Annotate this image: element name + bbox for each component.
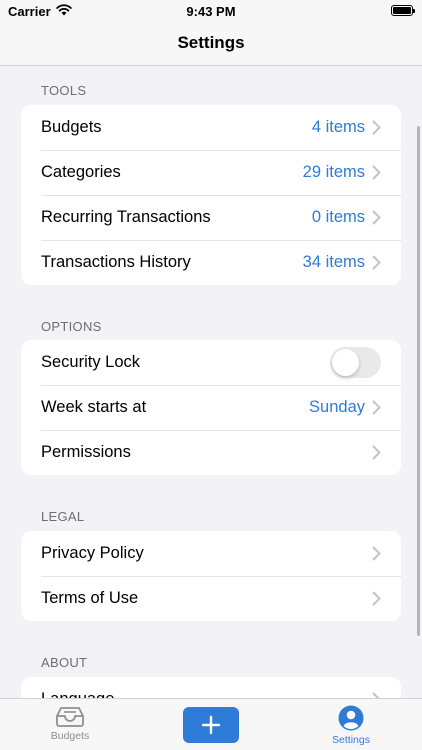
chevron-right-icon [372,445,381,460]
options-group: Security Lock Week starts at Sunday Perm… [21,340,401,475]
tab-settings[interactable]: Settings [306,705,396,746]
tab-budgets[interactable]: Budgets [25,705,115,742]
section-header-legal: LEGAL [41,509,85,524]
row-language[interactable]: Language [21,677,401,698]
tools-group: Budgets 4 items Categories 29 items Recu… [21,105,401,285]
row-label: Security Lock [41,353,141,371]
legal-group: Privacy Policy Terms of Use [21,531,401,621]
row-label: Permissions [41,443,131,461]
chevron-right-icon [372,255,381,270]
row-transactions-history[interactable]: Transactions History 34 items [21,240,401,285]
row-categories[interactable]: Categories 29 items [21,150,401,195]
row-security-lock: Security Lock [21,340,401,385]
tab-label: Budgets [50,730,90,742]
section-header-about: ABOUT [41,655,88,670]
about-group: Language [21,677,401,698]
tray-icon [25,705,115,727]
row-budgets[interactable]: Budgets 4 items [21,105,401,150]
row-value: 0 items [311,208,365,226]
row-label: Week starts at [41,398,147,416]
chevron-right-icon [372,546,381,561]
row-privacy-policy[interactable]: Privacy Policy [21,531,401,576]
row-permissions[interactable]: Permissions [21,430,401,475]
tab-bar: Budgets Settings [0,698,422,750]
row-label: Budgets [41,118,102,136]
chevron-right-icon [372,165,381,180]
row-value: 4 items [311,118,365,136]
row-label: Categories [41,163,121,181]
toggle-knob [332,349,359,376]
person-circle-icon [306,705,396,731]
row-value: Sunday [309,398,365,416]
chevron-right-icon [372,400,381,415]
chevron-right-icon [372,591,381,606]
page-title: Settings [177,33,245,52]
scroll-indicator[interactable] [417,126,420,636]
battery-icon [391,5,415,16]
row-label: Language [41,690,114,698]
row-terms-of-use[interactable]: Terms of Use [21,576,401,621]
clock: 9:43 PM [186,4,236,19]
row-value: 29 items [302,163,365,181]
security-lock-toggle[interactable] [330,347,381,378]
tab-label: Settings [332,734,370,746]
row-recurring-transactions[interactable]: Recurring Transactions 0 items [21,195,401,240]
row-label: Privacy Policy [41,544,144,562]
plus-icon [201,715,221,735]
chevron-right-icon [372,120,381,135]
settings-list[interactable]: TOOLS Budgets 4 items Categories 29 item… [0,66,422,698]
add-transaction-button[interactable] [183,707,239,743]
status-bar: Carrier 9:43 PM [0,0,422,22]
row-week-starts-at[interactable]: Week starts at Sunday [21,385,401,430]
section-header-options: OPTIONS [41,319,102,334]
navigation-bar: Settings [0,22,422,66]
row-value: 34 items [302,253,365,271]
section-header-tools: TOOLS [41,83,87,98]
row-label: Terms of Use [41,589,139,607]
row-label: Recurring Transactions [41,208,211,226]
chevron-right-icon [372,210,381,225]
row-label: Transactions History [41,253,191,271]
